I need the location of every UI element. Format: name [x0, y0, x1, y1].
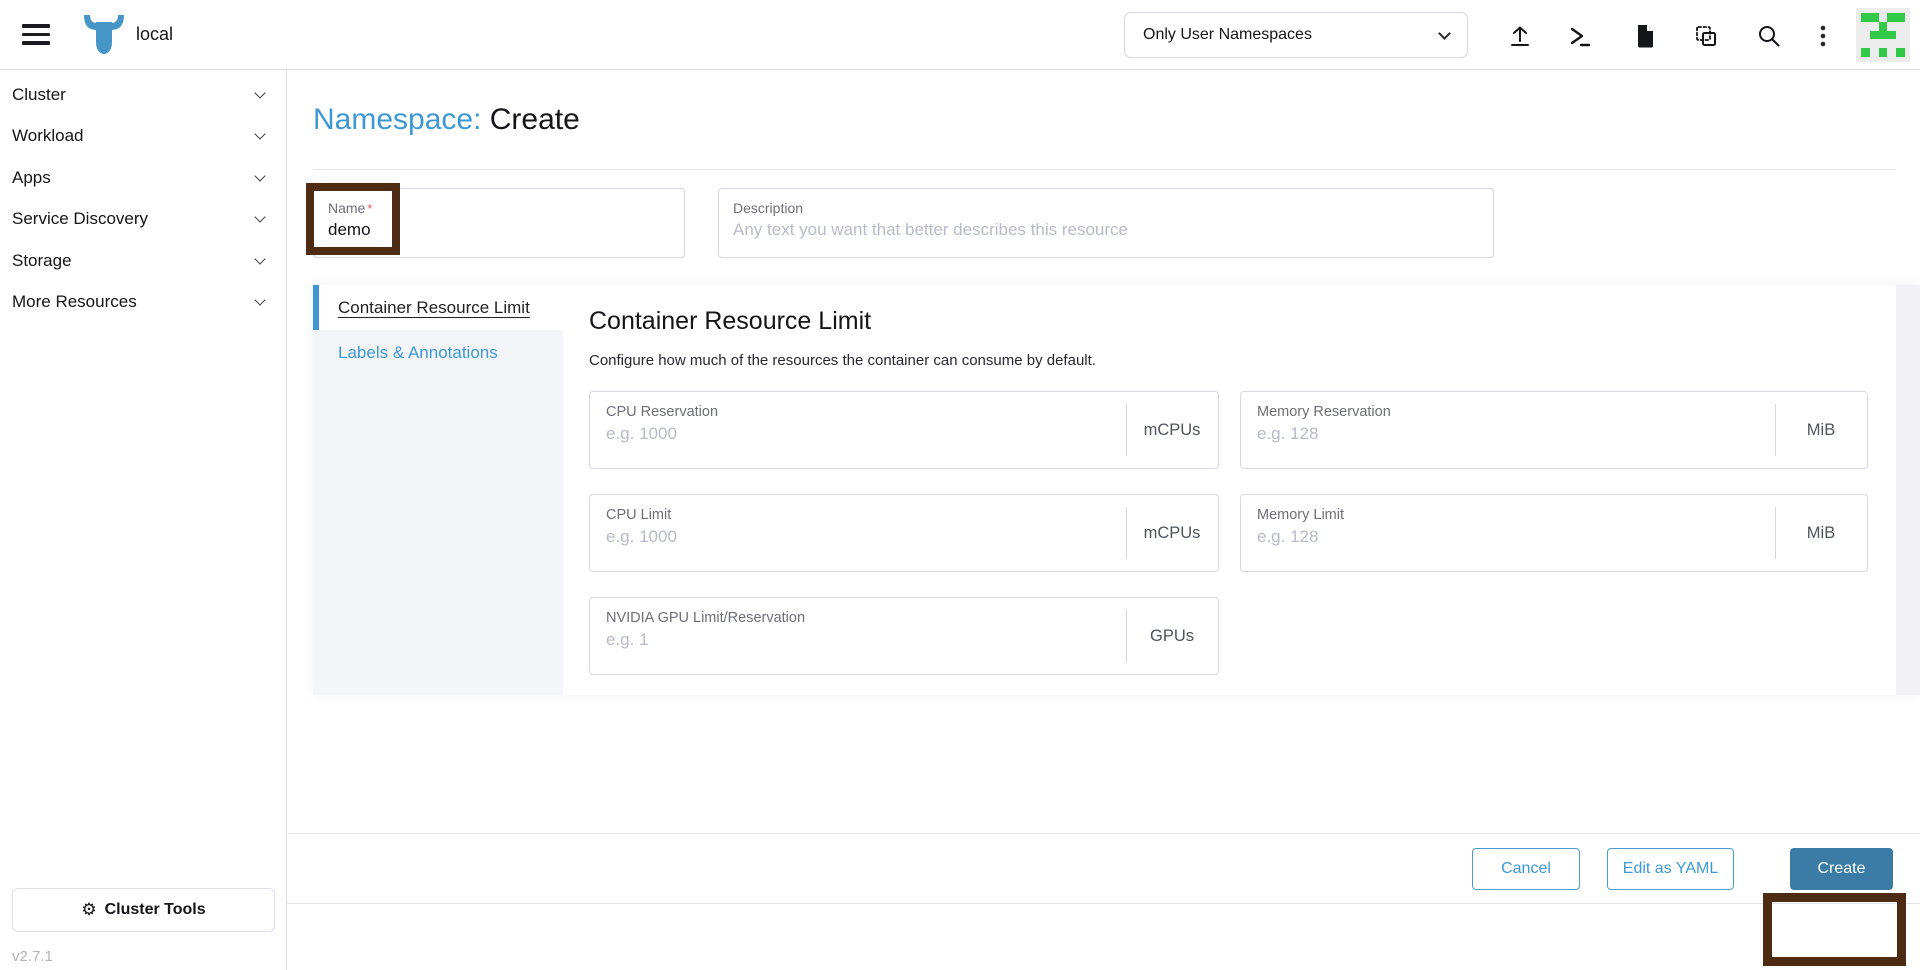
- chevron-down-icon: [254, 294, 266, 306]
- field-label: Memory Reservation: [1257, 404, 1391, 420]
- namespace-filter-dropdown[interactable]: Only User Namespaces: [1124, 12, 1468, 58]
- unit-suffix: MiB: [1775, 392, 1867, 468]
- docs-icon[interactable]: [1632, 23, 1658, 49]
- cluster-tools-button[interactable]: ⚙ Cluster Tools: [12, 888, 275, 932]
- name-input[interactable]: Name * demo: [313, 188, 685, 258]
- tab-panel: Container Resource Limit Configure how m…: [563, 285, 1896, 695]
- rancher-logo-icon: [84, 15, 124, 54]
- namespace-filter-value: Only User Namespaces: [1143, 26, 1312, 43]
- version-label: v2.7.1: [12, 948, 53, 965]
- memory-reservation-input[interactable]: Memory Reservation e.g. 128 MiB: [1240, 391, 1868, 469]
- unit-suffix: mCPUs: [1126, 495, 1218, 571]
- chevron-down-icon: [254, 86, 266, 99]
- memory-limit-input[interactable]: Memory Limit e.g. 128 MiB: [1240, 494, 1868, 572]
- tab-list: Container Resource Limit Labels & Annotat…: [313, 285, 563, 695]
- field-placeholder: e.g. 1000: [606, 527, 677, 546]
- rancher-app: local Only User Namespaces Cluster Workl…: [0, 0, 1920, 970]
- user-avatar[interactable]: [1856, 8, 1910, 62]
- description-input[interactable]: Description Any text you want that bette…: [718, 188, 1494, 258]
- search-icon[interactable]: [1756, 23, 1782, 49]
- name-label: Name *: [328, 200, 373, 216]
- main-content: Namespace: Create Name * demo Description…: [287, 70, 1920, 970]
- cpu-reservation-input[interactable]: CPU Reservation e.g. 1000 mCPUs: [589, 391, 1219, 469]
- chevron-down-icon: [254, 128, 266, 140]
- sidebar-item-storage[interactable]: Storage: [0, 240, 286, 281]
- chevron-down-icon: [254, 252, 266, 265]
- sidebar-item-workload[interactable]: Workload: [0, 116, 286, 157]
- import-yaml-icon[interactable]: [1693, 23, 1719, 49]
- chevron-down-icon: [254, 211, 266, 223]
- field-placeholder: e.g. 128: [1257, 424, 1319, 443]
- field-label: CPU Reservation: [606, 404, 719, 420]
- required-asterisk: *: [367, 201, 373, 216]
- tab-labels-annotations[interactable]: Labels & Annotations: [313, 330, 563, 375]
- sidebar-item-label: Apps: [12, 167, 51, 187]
- gear-icon: ⚙: [81, 900, 97, 920]
- name-value: demo: [328, 220, 371, 239]
- page-title: Namespace: Create: [313, 103, 580, 137]
- sidebar-item-service-discovery[interactable]: Service Discovery: [0, 199, 286, 240]
- section-heading: Container Resource Limit: [589, 307, 872, 335]
- sidebar-item-more-resources[interactable]: More Resources: [0, 282, 286, 323]
- field-label: NVIDIA GPU Limit/Reservation: [606, 610, 806, 626]
- sidebar-item-label: Service Discovery: [12, 209, 149, 228]
- edit-as-yaml-button[interactable]: Edit as YAML: [1607, 848, 1734, 890]
- top-bar: local Only User Namespaces: [0, 0, 1920, 70]
- cpu-limit-input[interactable]: CPU Limit e.g. 1000 mCPUs: [589, 494, 1219, 572]
- title-divider: [313, 169, 1896, 170]
- upload-icon[interactable]: [1507, 23, 1533, 49]
- cancel-button[interactable]: Cancel: [1472, 848, 1580, 890]
- kubectl-shell-icon[interactable]: [1567, 23, 1593, 49]
- sidebar-nav: Cluster Workload Apps Service Discovery Stor…: [0, 70, 287, 970]
- sidebar-item-cluster[interactable]: Cluster: [0, 74, 286, 115]
- sidebar-item-label: Cluster: [12, 84, 66, 104]
- cluster-name[interactable]: local: [136, 24, 173, 45]
- section-description: Configure how much of the resources the …: [589, 352, 1096, 369]
- chevron-down-icon: [1438, 26, 1451, 40]
- tabbed-section: Container Resource Limit Labels & Annotat…: [313, 285, 1920, 695]
- sidebar-item-label: More Resources: [12, 292, 137, 311]
- field-placeholder: e.g. 128: [1257, 527, 1319, 546]
- chevron-down-icon: [254, 169, 266, 182]
- sidebar-item-apps[interactable]: Apps: [0, 157, 286, 198]
- unit-suffix: MiB: [1775, 495, 1867, 571]
- create-button[interactable]: Create: [1790, 848, 1893, 890]
- description-label: Description: [733, 200, 804, 216]
- field-label: CPU Limit: [606, 507, 672, 523]
- field-placeholder: e.g. 1000: [606, 424, 677, 443]
- description-placeholder: Any text you want that better describes …: [733, 220, 1128, 239]
- footer-divider: [287, 903, 1920, 904]
- hamburger-menu-icon[interactable]: [22, 24, 50, 46]
- field-placeholder: e.g. 1: [606, 630, 649, 649]
- tab-container-resource-limit[interactable]: Container Resource Limit: [313, 285, 563, 330]
- cluster-tools-label: Cluster Tools: [104, 901, 206, 918]
- nvidia-gpu-limit-reservation-input[interactable]: NVIDIA GPU Limit/Reservation e.g. 1 GPUs: [589, 597, 1219, 675]
- sidebar-item-label: Storage: [12, 250, 72, 270]
- page-title-resource-link[interactable]: Namespace:: [313, 103, 481, 136]
- field-label: Memory Limit: [1257, 507, 1345, 523]
- kebab-menu-icon[interactable]: [1813, 23, 1833, 49]
- unit-suffix: mCPUs: [1126, 392, 1218, 468]
- resource-fields-grid: CPU Reservation e.g. 1000 mCPUs Memory Rese…: [589, 391, 1896, 675]
- page-title-action: Create: [489, 103, 580, 136]
- footer-divider: [287, 833, 1920, 834]
- sidebar-item-label: Workload: [12, 126, 84, 145]
- unit-suffix: GPUs: [1126, 598, 1218, 674]
